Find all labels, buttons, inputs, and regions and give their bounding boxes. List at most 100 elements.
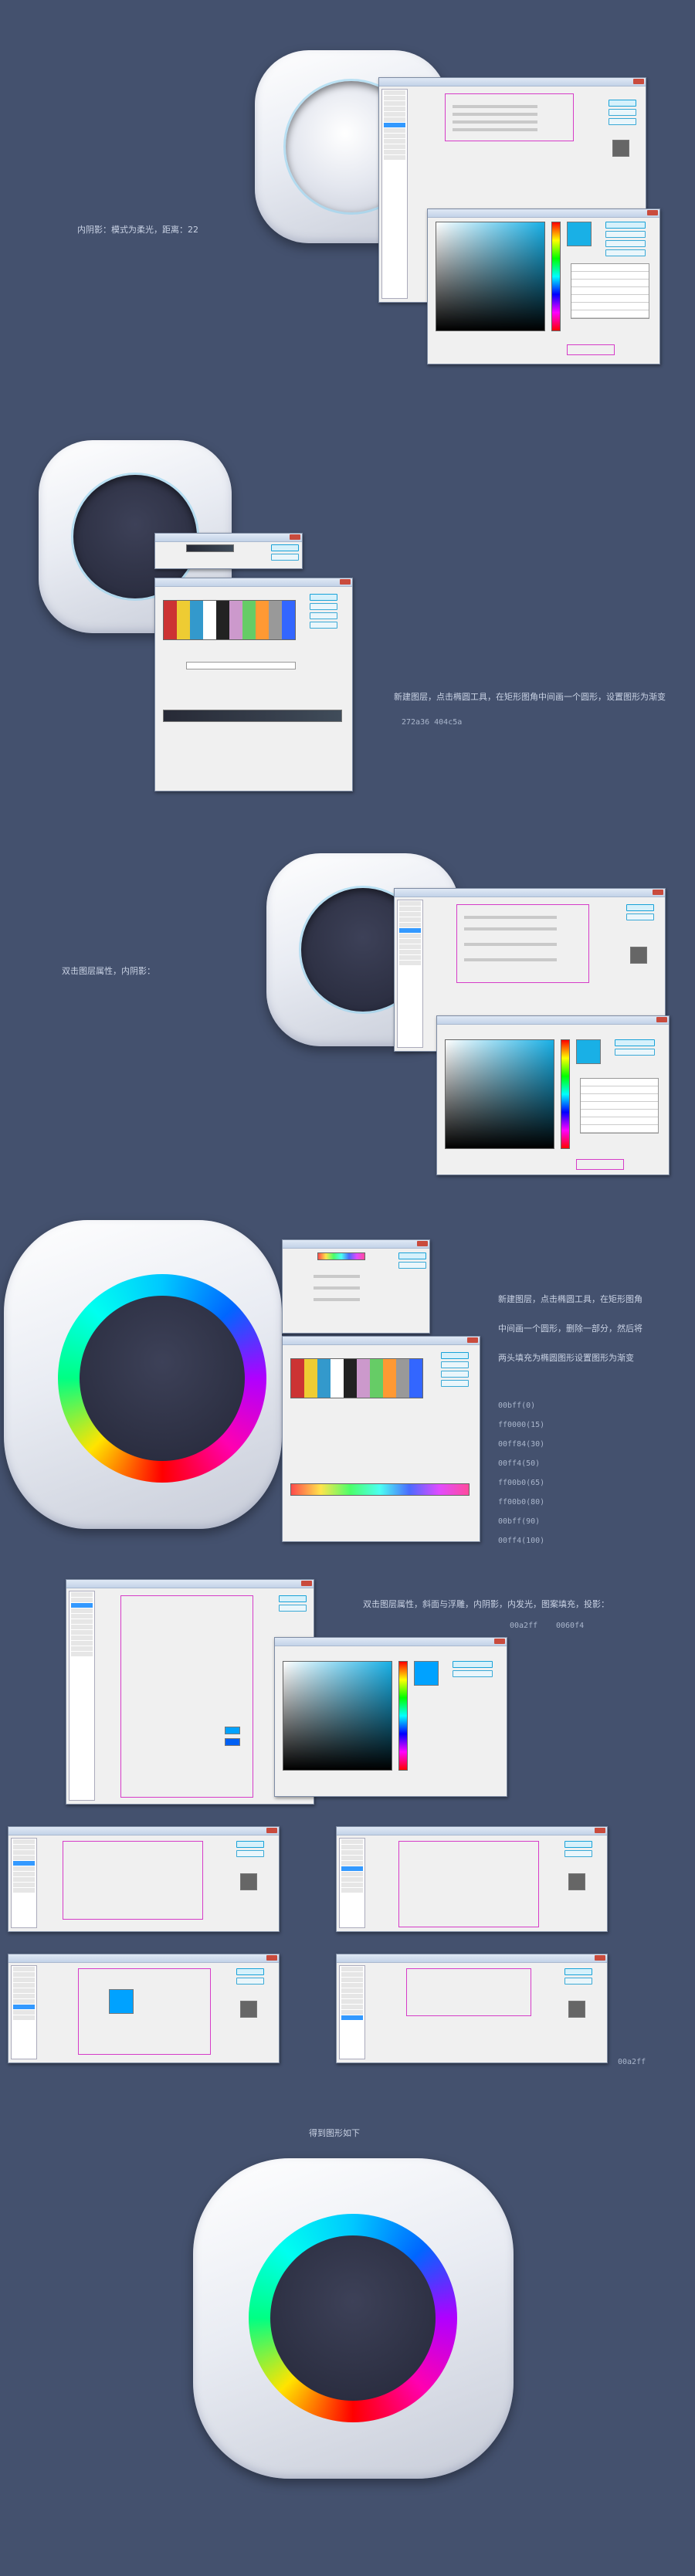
icon-stage-4 bbox=[4, 1220, 282, 1529]
gradient-name-input[interactable] bbox=[186, 662, 296, 669]
gradient-fill-dialog bbox=[154, 533, 303, 569]
cancel-button[interactable] bbox=[279, 1605, 307, 1612]
gradient-bar[interactable] bbox=[163, 710, 342, 722]
gradient-swatch[interactable] bbox=[317, 1252, 365, 1260]
new-color-swatch bbox=[567, 222, 592, 246]
highlight-box bbox=[406, 1968, 531, 2016]
hex-highlight bbox=[576, 1159, 624, 1170]
ok-button[interactable] bbox=[279, 1595, 307, 1602]
ok-button[interactable] bbox=[398, 1252, 426, 1259]
highlight-box bbox=[120, 1595, 253, 1798]
hue-slider[interactable] bbox=[561, 1039, 570, 1149]
ok-button[interactable] bbox=[626, 904, 654, 911]
cancel-button[interactable] bbox=[626, 913, 654, 920]
rainbow-ring bbox=[58, 1274, 266, 1483]
stop-1: ff0000(15) bbox=[498, 1421, 545, 1429]
ok-button[interactable] bbox=[564, 1968, 592, 1975]
style-list[interactable] bbox=[339, 1838, 365, 1928]
hsb-fields[interactable] bbox=[580, 1078, 659, 1134]
shadow-color-swatch[interactable] bbox=[225, 1727, 240, 1734]
style-list[interactable] bbox=[11, 1838, 37, 1928]
ok-button[interactable] bbox=[605, 222, 646, 229]
ok-button[interactable] bbox=[609, 100, 636, 107]
hsb-fields[interactable] bbox=[571, 263, 649, 319]
reset-button[interactable] bbox=[441, 1361, 469, 1368]
color-libraries-button[interactable] bbox=[605, 249, 646, 256]
close-icon[interactable] bbox=[266, 1955, 277, 1961]
add-swatch-button[interactable] bbox=[605, 240, 646, 247]
style-list[interactable] bbox=[69, 1591, 95, 1801]
style-list[interactable] bbox=[11, 1965, 37, 2059]
close-icon[interactable] bbox=[595, 1828, 605, 1833]
cancel-button[interactable] bbox=[453, 1670, 493, 1677]
save-button[interactable] bbox=[441, 1380, 469, 1387]
close-icon[interactable] bbox=[417, 1241, 428, 1246]
effect-dialog-d bbox=[336, 1954, 608, 2063]
cancel-button[interactable] bbox=[398, 1262, 426, 1269]
close-icon[interactable] bbox=[301, 1581, 312, 1586]
color-field[interactable] bbox=[283, 1661, 392, 1771]
load-button[interactable] bbox=[441, 1371, 469, 1378]
color-field[interactable] bbox=[436, 222, 545, 331]
stop-6: 00bff(90) bbox=[498, 1517, 541, 1526]
pattern-swatch[interactable] bbox=[109, 1989, 134, 2014]
color-picker-dialog-2 bbox=[436, 1015, 670, 1175]
cancel-button[interactable] bbox=[564, 1850, 592, 1857]
save-button[interactable] bbox=[310, 622, 337, 629]
ok-button[interactable] bbox=[453, 1661, 493, 1668]
ok-button[interactable] bbox=[236, 1968, 264, 1975]
gradient-swatch[interactable] bbox=[186, 544, 234, 552]
close-icon[interactable] bbox=[467, 1337, 478, 1343]
close-icon[interactable] bbox=[595, 1955, 605, 1961]
cancel-button[interactable] bbox=[236, 1850, 264, 1857]
close-icon[interactable] bbox=[653, 890, 663, 895]
close-icon[interactable] bbox=[656, 1017, 667, 1022]
ok-button[interactable] bbox=[271, 544, 299, 551]
ok-button[interactable] bbox=[564, 1841, 592, 1848]
cancel-button[interactable] bbox=[564, 1978, 592, 1985]
cancel-button[interactable] bbox=[609, 109, 636, 116]
gradient-presets[interactable] bbox=[163, 600, 296, 640]
cancel-button[interactable] bbox=[236, 1978, 264, 1985]
close-icon[interactable] bbox=[494, 1639, 505, 1644]
style-list[interactable] bbox=[339, 1965, 365, 2059]
close-icon[interactable] bbox=[647, 210, 658, 215]
gradient-bar[interactable] bbox=[290, 1483, 470, 1496]
highlight-box bbox=[398, 1841, 539, 1927]
ok-button[interactable] bbox=[615, 1039, 655, 1046]
ok-button[interactable] bbox=[441, 1352, 469, 1359]
cancel-button[interactable] bbox=[615, 1049, 655, 1056]
icon-hole bbox=[80, 1296, 245, 1461]
step4-line1: 新建图层，点击椭圆工具，在矩形图角 bbox=[498, 1294, 642, 1304]
color-field[interactable] bbox=[445, 1039, 554, 1149]
close-icon[interactable] bbox=[266, 1828, 277, 1833]
gradient-editor-dialog-1 bbox=[154, 578, 353, 791]
ok-button[interactable] bbox=[310, 594, 337, 601]
gradient-presets[interactable] bbox=[290, 1358, 423, 1398]
stop-4: ff00b0(65) bbox=[498, 1479, 545, 1487]
ok-button[interactable] bbox=[236, 1841, 264, 1848]
cancel-button[interactable] bbox=[605, 231, 646, 238]
new-style-button[interactable] bbox=[609, 118, 636, 125]
hex-highlight bbox=[567, 344, 615, 355]
gradient-editor-dialog-2 bbox=[282, 1336, 480, 1542]
new-color-swatch bbox=[414, 1661, 439, 1686]
icon-hole bbox=[270, 2235, 436, 2401]
step3-note: 双击图层属性，内阴影： bbox=[62, 966, 155, 976]
hue-slider[interactable] bbox=[551, 222, 561, 331]
cancel-button[interactable] bbox=[271, 554, 299, 561]
style-list[interactable] bbox=[381, 89, 408, 299]
preview-swatch bbox=[240, 1873, 257, 1890]
close-icon[interactable] bbox=[633, 79, 644, 84]
close-icon[interactable] bbox=[290, 534, 300, 540]
preview-swatch bbox=[240, 2001, 257, 2018]
color-picker-dialog-1 bbox=[427, 208, 660, 364]
new-color-swatch bbox=[576, 1039, 601, 1064]
reset-button[interactable] bbox=[310, 603, 337, 610]
style-list[interactable] bbox=[397, 900, 423, 1048]
close-icon[interactable] bbox=[340, 579, 351, 585]
load-button[interactable] bbox=[310, 612, 337, 619]
hue-slider[interactable] bbox=[398, 1661, 408, 1771]
highlight-color-swatch[interactable] bbox=[225, 1738, 240, 1746]
step5-hex-0: 00a2ff bbox=[510, 1622, 538, 1630]
